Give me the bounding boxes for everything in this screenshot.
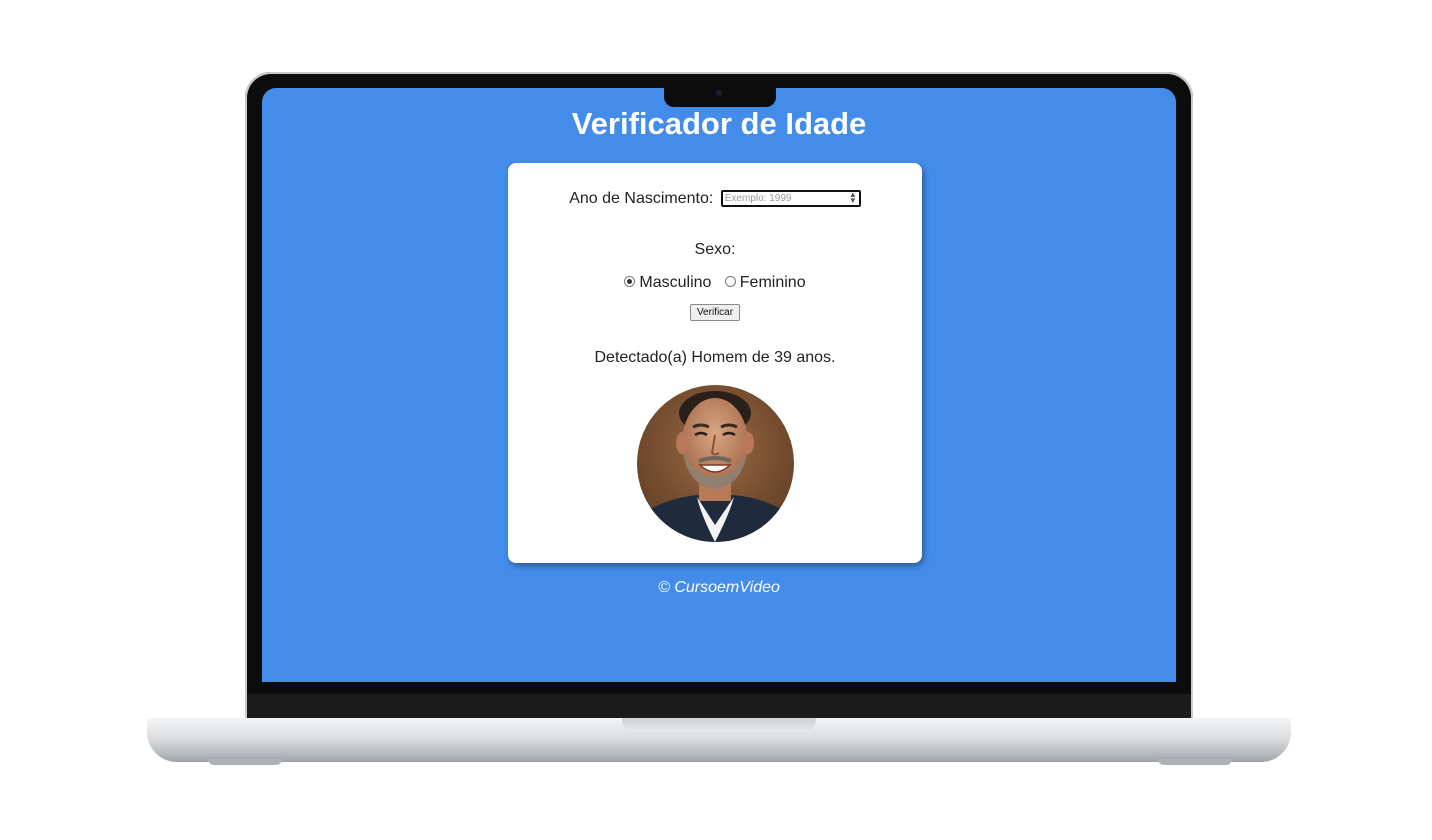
sex-label: Sexo: xyxy=(694,241,736,258)
camera-icon xyxy=(716,90,722,96)
birth-year-label: Ano de Nascimento: xyxy=(569,190,714,207)
result-photo xyxy=(637,385,794,542)
birth-year-row: Ano de Nascimento: Exemplo: 1999 ▲ ▼ xyxy=(508,190,922,208)
button-row: Verificar xyxy=(508,302,922,321)
laptop-bezel-bottom xyxy=(247,694,1191,720)
laptop-foot-right xyxy=(1158,759,1232,765)
radio-masculino-label: Masculino xyxy=(639,274,712,291)
birth-year-placeholder: Exemplo: 1999 xyxy=(724,193,792,205)
radio-unchecked-icon[interactable] xyxy=(724,276,736,288)
laptop-opening-notch xyxy=(622,718,816,732)
radio-feminino[interactable]: Feminino xyxy=(724,274,806,291)
laptop-foot-left xyxy=(208,759,282,765)
sex-radio-group: Masculino Feminino xyxy=(508,274,922,292)
number-spinner-icon[interactable]: ▲ ▼ xyxy=(849,191,857,205)
radio-checked-icon[interactable] xyxy=(624,276,636,288)
verify-button[interactable]: Verificar xyxy=(689,304,741,321)
radio-masculino[interactable]: Masculino xyxy=(624,274,715,291)
browser-viewport: Verificador de Idade Ano de Nascimento: … xyxy=(262,88,1176,682)
page-title: Verificador de Idade xyxy=(571,106,867,141)
man-portrait-icon xyxy=(637,385,794,542)
footer-copyright: © CursoemVideo xyxy=(658,579,780,596)
birth-year-input[interactable]: Exemplo: 1999 ▲ ▼ xyxy=(720,190,861,208)
radio-feminino-label: Feminino xyxy=(739,274,806,291)
verifier-card: Ano de Nascimento: Exemplo: 1999 ▲ ▼ Sexo… xyxy=(508,163,922,563)
result-text: Detectado(a) Homem de 39 anos. xyxy=(594,349,836,366)
